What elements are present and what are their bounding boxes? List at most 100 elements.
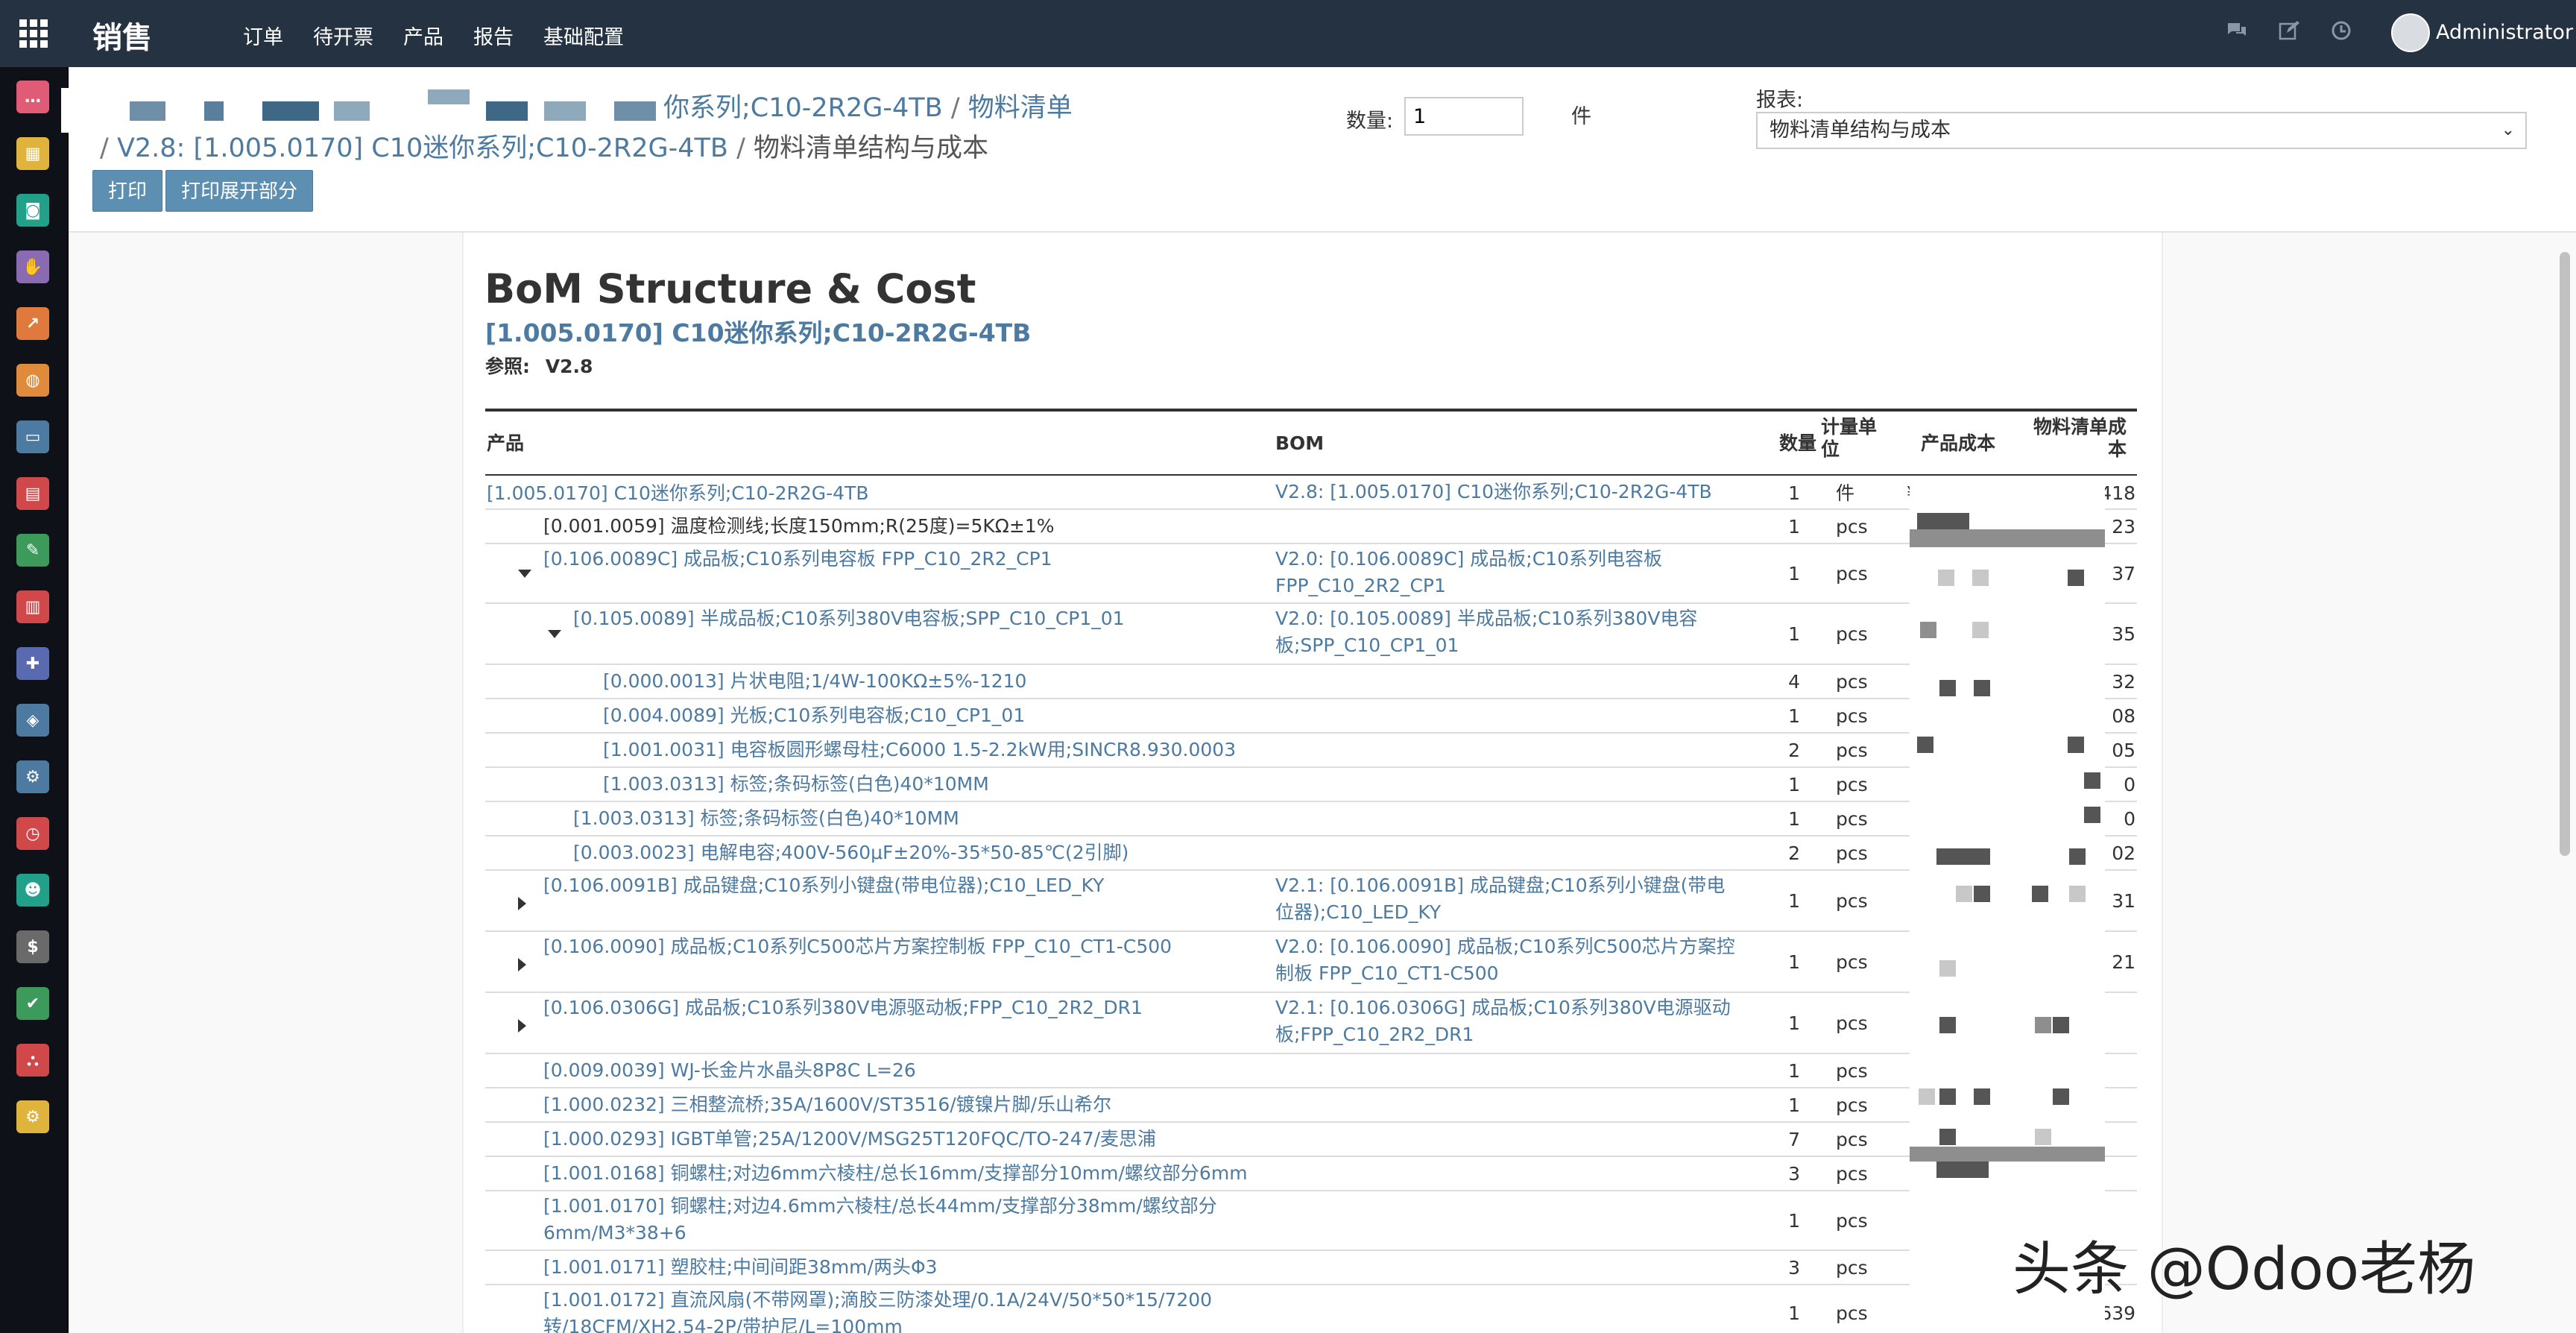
menu-item-to-invoice[interactable]: 待开票 [313,21,373,50]
product-link[interactable]: [0.003.0023] 电解电容;400V-560μF±20%-35*50-8… [573,839,1260,866]
table-row: [1.003.0313] 标签;条码标签(白色)40*10MM 1 pcs 0 [485,802,2137,836]
report-reference: 参照: V2.8 [485,356,593,377]
qty-cell: 1 [1788,1210,1800,1232]
table-row: [0.000.0013] 片状电阻;1/4W-100KΩ±5%-1210 4 pcs… [485,665,2137,699]
crm-app-icon[interactable]: ✋ [16,250,49,283]
caret-down-icon[interactable] [518,570,531,578]
chat-icon[interactable] [2224,19,2250,45]
print-button[interactable]: 打印 [92,170,163,212]
product-link[interactable]: [1.003.0313] 标签;条码标签(白色)40*10MM [573,805,1260,832]
product-link[interactable]: [0.004.0089] 光板;C10系列电容板;C10_CP1_01 [603,702,1260,729]
clock-icon[interactable] [2329,19,2354,45]
qty-cell: 3 [1788,1163,1800,1185]
qty-cell: 1 [1788,1094,1800,1116]
product-link[interactable]: [0.009.0039] WJ-长金片水晶头8P8C L=26 [543,1057,1260,1084]
report-product-link[interactable]: [1.005.0170] C10迷你系列;C10-2R2G-4TB [485,313,1031,349]
app-switcher-icon[interactable] [19,19,48,48]
product-link[interactable]: [0.000.0013] 片状电阻;1/4W-100KΩ±5%-1210 [603,668,1260,695]
redacted-block [614,101,656,121]
product-link[interactable]: [1.001.0031] 电容板圆形螺母柱;C6000 1.5-2.2kW用;S… [603,737,1260,763]
approvals-app-icon[interactable]: ✔ [16,987,49,1020]
caret-down-icon[interactable] [548,630,561,638]
menu-item-reports[interactable]: 报告 [473,21,514,50]
product-link[interactable]: [0.106.0306G] 成品板;C10系列380V电源驱动板;FPP_C10… [543,995,1246,1021]
qty-cell: 1 [1788,623,1800,645]
product-link[interactable]: [1.001.0172] 直流风扇(不带网罩);滴胶三防漆处理/0.1A/24V… [543,1287,1260,1333]
purchase-app-icon[interactable]: ▥ [16,590,49,623]
report-select[interactable]: 物料清单结构与成本 ⌄ [1756,112,2527,149]
breadcrumb-bom-version-link[interactable]: V2.8: [1.005.0170] C10迷你系列;C10-2R2G-4TB [117,133,728,163]
invoicing-app-icon[interactable]: ▭ [16,420,49,453]
bom-link[interactable]: V2.0: [0.106.0090] 成品板;C10系列C500芯片方案控制板 … [1275,933,1737,987]
uom-cell: pcs [1836,705,1868,727]
bom-link[interactable]: V2.0: [0.105.0089] 半成品板;C10系列380V电容板;SPP… [1275,605,1737,659]
product-link[interactable]: [0.106.0091B] 成品键盘;C10系列小键盘(带电位器);C10_LE… [543,872,1246,899]
redacted-block [2053,1088,2069,1105]
manufacturing-app-icon[interactable]: ✎ [16,534,49,567]
menu-item-orders[interactable]: 订单 [243,21,283,50]
inventory-app-icon[interactable]: ▤ [16,477,49,510]
user-name[interactable]: Administrator [2436,21,2573,44]
redacted-block [2068,737,2084,753]
redacted-block [1910,529,2105,547]
discuss-app-icon[interactable]: … [16,81,49,113]
apps-app-icon[interactable]: ✚ [16,647,49,680]
website-app-icon[interactable]: ◍ [16,364,49,397]
watermark: 头条 @Odoo老杨 [2012,1236,2476,1303]
redacted-block [130,101,165,121]
contacts-app-icon[interactable]: ◙ [16,194,49,227]
product-link[interactable]: [1.001.0171] 塑胶柱;中间间距38mm/两头Φ3 [543,1254,1260,1281]
product-link[interactable]: [1.001.0170] 铜螺柱;对边4.6mm六棱柱/总长44mm/支撑部分3… [543,1193,1260,1247]
redacted-block [1972,570,1989,586]
fleet-app-icon[interactable]: ⛬ [16,1044,49,1077]
redacted-block [2068,570,2084,586]
scrollbar[interactable] [2560,252,2570,856]
edit-icon[interactable] [2276,19,2302,45]
timesheet-app-icon[interactable]: ◷ [16,817,49,850]
bom-link[interactable]: V2.8: [1.005.0170] C10迷你系列;C10-2R2G-4TB [1275,479,1782,505]
bom-link[interactable]: V2.0: [0.106.0089C] 成品板;C10系列电容板 FPP_C10… [1275,546,1737,599]
menu-item-configuration[interactable]: 基础配置 [543,21,624,50]
redacted-block [2035,1129,2051,1145]
settings-app-icon[interactable]: ⚙ [16,1100,49,1133]
sales-app-icon[interactable]: ↗ [16,307,49,340]
header-bom: BOM [1275,432,1325,454]
product-link[interactable]: [1.003.0313] 标签;条码标签(白色)40*10MM [603,771,1260,798]
table-row: [0.105.0089] 半成品板;C10系列380V电容板;SPP_C10_C… [485,604,2137,665]
repair-app-icon[interactable]: ◈ [16,704,49,737]
product-link[interactable]: [1.005.0170] C10迷你系列;C10-2R2G-4TB [487,480,1246,507]
bom-link[interactable]: V2.1: [0.106.0091B] 成品键盘;C10系列小键盘(带电位器);… [1275,872,1737,926]
quantity-label: 数量: [1346,110,1394,133]
control-panel: 你系列;C10-2R2G-4TB / 物料清单 / V2.8: [1.005.0… [69,67,2576,233]
calendar-app-icon[interactable]: ▦ [16,137,49,170]
breadcrumb-product-link[interactable]: 你系列;C10-2R2G-4TB [663,93,943,123]
qty-cell: 2 [1788,740,1800,761]
redacted-block [2069,848,2086,865]
redacted-block [1939,1088,1956,1105]
product-link[interactable]: [0.106.0090] 成品板;C10系列C500芯片方案控制板 FPP_C1… [543,933,1246,960]
qty-cell: 1 [1788,563,1800,584]
expenses-app-icon[interactable]: $ [16,930,49,963]
menu-item-products[interactable]: 产品 [403,21,443,50]
maintenance-app-icon[interactable]: ⚙ [16,760,49,793]
print-expanded-button[interactable]: 打印展开部分 [165,170,314,212]
breadcrumb-bom-link[interactable]: 物料清单 [968,93,1073,123]
uom-cell: pcs [1836,808,1868,830]
product-link[interactable]: [0.106.0089C] 成品板;C10系列电容板 FPP_C10_2R2_C… [543,546,1246,573]
quantity-input[interactable] [1404,97,1524,136]
employees-app-icon[interactable]: ☻ [16,874,49,907]
product-link[interactable]: [1.000.0293] IGBT单管;25A/1200V/MSG25T120F… [543,1126,1260,1153]
unit-label: 件 [1571,105,1591,128]
uom-cell: pcs [1836,1163,1868,1185]
product-link[interactable]: [0.001.0059] 温度检测线;长度150mm;R(25度)=5KΩ±1% [543,513,1260,540]
product-link[interactable]: [1.001.0168] 铜螺柱;对边6mm六棱柱/总长16mm/支撑部分10m… [543,1160,1260,1187]
qty-cell: 1 [1788,774,1800,795]
caret-right-icon[interactable] [518,958,526,971]
product-link[interactable]: [1.000.0232] 三相整流桥;35A/1600V/ST3516/镀镍片脚… [543,1091,1260,1118]
caret-right-icon[interactable] [518,1019,526,1033]
avatar[interactable] [2391,13,2430,52]
caret-right-icon[interactable] [518,897,526,910]
redacted-block [2069,886,2086,902]
bom-link[interactable]: V2.1: [0.106.0306G] 成品板;C10系列380V电源驱动板;F… [1275,995,1737,1048]
product-link[interactable]: [0.105.0089] 半成品板;C10系列380V电容板;SPP_C10_C… [573,605,1246,632]
